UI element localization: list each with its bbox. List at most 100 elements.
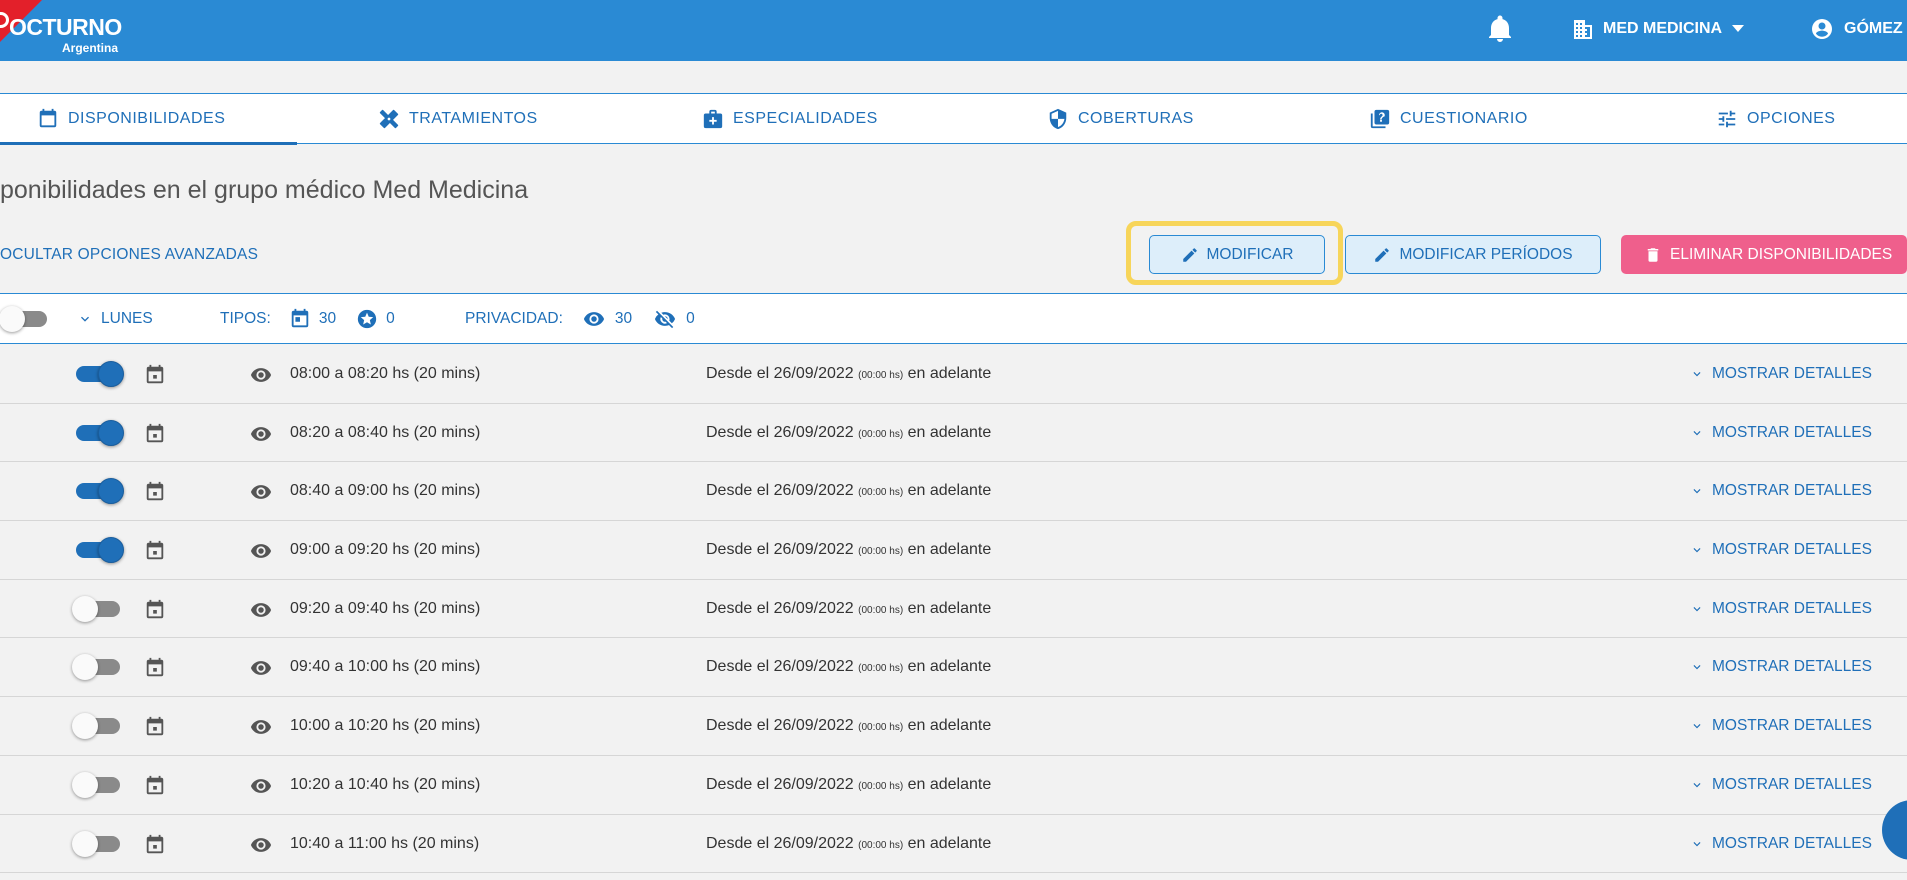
chevron-down-icon	[1693, 606, 1701, 612]
modify-periods-button[interactable]: MODIFICAR PERÍODOS	[1345, 235, 1601, 274]
availability-row: 10:20 a 10:40 hs (20 mins) Desde el 26/0…	[0, 756, 1907, 815]
question-book-icon	[1370, 109, 1390, 129]
valid-since-date: Desde el 26/09/2022	[706, 423, 854, 441]
valid-since-suffix: en adelante	[907, 365, 992, 382]
toggle-knob	[98, 361, 124, 387]
availability-toggle[interactable]	[76, 478, 124, 505]
show-details-button[interactable]: MOSTRAR DETALLES	[1690, 835, 1872, 853]
user-name: GÓMEZ	[1844, 20, 1903, 37]
page-title: ponibilidades en el grupo médico Med Med…	[0, 176, 529, 204]
calendar-icon	[39, 108, 57, 128]
toggle-knob	[72, 771, 98, 798]
brand-name[interactable]: OCTURNO	[9, 14, 122, 41]
availability-list: 08:00 a 08:20 hs (20 mins) Desde el 26/0…	[0, 345, 1907, 874]
caret-down-icon	[1732, 25, 1745, 32]
tab-label: COBERTURAS	[1078, 110, 1194, 127]
tune-icon	[1718, 110, 1736, 128]
valid-since-hour: (00:00 hs)	[858, 428, 904, 440]
availability-row: 08:20 a 08:40 hs (20 mins) Desde el 26/0…	[0, 404, 1907, 463]
availability-toggle[interactable]	[72, 713, 120, 740]
tab-disponibilidades[interactable]: DISPONIBILIDADES	[0, 94, 298, 145]
valid-since-date: Desde el 26/09/2022	[706, 717, 854, 735]
availability-row: 08:40 a 09:00 hs (20 mins) Desde el 26/0…	[0, 462, 1907, 522]
day-filter-row: LUNES TIPOS: 30 0 PRIVACIDAD: 30 0	[0, 293, 1907, 344]
day-expander[interactable]: LUNES	[77, 294, 153, 344]
availability-toggle[interactable]	[72, 771, 120, 798]
user-menu[interactable]: GÓMEZ	[1810, 16, 1903, 42]
availability-toggle[interactable]	[72, 595, 120, 622]
tab-especialidades[interactable]: ESPECIALIDADES	[702, 94, 878, 144]
chevron-down-icon	[1693, 372, 1701, 377]
chevron-down-icon	[1693, 430, 1701, 436]
valid-since-hour: (00:00 hs)	[858, 839, 904, 851]
time-range: 09:00 a 09:20 hs (20 mins)	[290, 541, 481, 559]
calendar-icon	[291, 308, 309, 328]
tab-label: DISPONIBILIDADES	[68, 110, 226, 127]
delete-availabilities-button[interactable]: ELIMINAR DISPONIBILIDADES	[1621, 235, 1907, 274]
time-range: 09:20 a 09:40 hs (20 mins)	[290, 599, 481, 617]
valid-since-suffix: en adelante	[907, 775, 992, 793]
availability-row: 09:20 a 09:40 hs (20 mins) Desde el 26/0…	[0, 580, 1907, 639]
time-range: 08:40 a 09:00 hs (20 mins)	[290, 482, 481, 500]
app-header: OCTURNO Argentina MED MEDICINA GÓMEZ	[0, 0, 1907, 61]
notifications-bell-icon[interactable]	[1488, 15, 1512, 43]
eye-icon	[250, 837, 272, 852]
availability-toggle[interactable]	[72, 830, 120, 857]
modify-button[interactable]: MODIFICAR	[1149, 235, 1325, 274]
valid-since-date: Desde el 26/09/2022	[706, 365, 854, 382]
medical-bag-icon	[703, 109, 723, 129]
valid-since-suffix: en adelante	[907, 834, 992, 852]
day-toggle[interactable]	[0, 306, 47, 332]
show-details-button[interactable]: MOSTRAR DETALLES	[1690, 365, 1872, 383]
time-range: 08:00 a 08:20 hs (20 mins)	[290, 365, 481, 382]
valid-since: Desde el 26/09/2022 (00:00 hs) en adelan…	[706, 482, 991, 500]
time-range: 10:20 a 10:40 hs (20 mins)	[290, 775, 481, 793]
show-details-button[interactable]: MOSTRAR DETALLES	[1690, 424, 1872, 442]
toggle-knob	[98, 537, 124, 564]
eye-icon	[250, 544, 272, 558]
valid-since-hour: (00:00 hs)	[858, 487, 904, 499]
availability-toggle[interactable]	[76, 537, 124, 564]
show-details-button[interactable]: MOSTRAR DETALLES	[1690, 482, 1872, 500]
valid-since-suffix: en adelante	[907, 482, 992, 500]
availability-toggle[interactable]	[76, 361, 124, 387]
valid-since: Desde el 26/09/2022 (00:00 hs) en adelan…	[706, 600, 991, 618]
account-circle-icon	[1812, 19, 1832, 39]
organization-selector[interactable]: MED MEDICINA	[1573, 16, 1745, 42]
calendar-icon	[146, 540, 164, 560]
calendar-icon	[146, 658, 164, 677]
star-circle-icon	[357, 309, 377, 329]
chevron-down-icon	[81, 316, 89, 322]
tab-opciones[interactable]: OPCIONES	[1716, 94, 1835, 144]
toggle-knob	[72, 595, 98, 622]
availability-toggle[interactable]	[76, 419, 124, 446]
show-details-label: MOSTRAR DETALLES	[1712, 717, 1872, 735]
toggle-knob	[72, 713, 98, 740]
tab-label: ESPECIALIDADES	[733, 110, 878, 127]
availability-toggle[interactable]	[72, 654, 120, 681]
show-details-button[interactable]: MOSTRAR DETALLES	[1690, 717, 1872, 735]
valid-since-suffix: en adelante	[907, 423, 992, 441]
tab-tratamientos[interactable]: TRATAMIENTOS	[378, 94, 538, 144]
bandage-icon	[379, 109, 399, 129]
valid-since-date: Desde el 26/09/2022	[706, 482, 854, 500]
eye-icon	[583, 312, 604, 326]
show-details-button[interactable]: MOSTRAR DETALLES	[1690, 658, 1872, 676]
valid-since-date: Desde el 26/09/2022	[706, 775, 854, 793]
eye-icon	[250, 778, 272, 793]
time-range: 08:20 a 08:40 hs (20 mins)	[290, 423, 481, 441]
toggle-knob	[98, 478, 124, 505]
show-details-button[interactable]: MOSTRAR DETALLES	[1690, 600, 1872, 618]
show-details-button[interactable]: MOSTRAR DETALLES	[1690, 776, 1872, 794]
calendar-icon	[146, 364, 164, 384]
tab-cuestionario[interactable]: CUESTIONARIO	[1369, 94, 1528, 144]
valid-since: Desde el 26/09/2022 (00:00 hs) en adelan…	[706, 835, 991, 853]
toggle-knob	[72, 654, 98, 681]
show-details-button[interactable]: MOSTRAR DETALLES	[1690, 541, 1872, 559]
valid-since: Desde el 26/09/2022 (00:00 hs) en adelan…	[706, 658, 991, 676]
tab-coberturas[interactable]: COBERTURAS	[1047, 94, 1194, 144]
toggle-advanced-options-link[interactable]: OCULTAR OPCIONES AVANZADAS	[0, 246, 258, 264]
availability-row: 10:40 a 11:00 hs (20 mins) Desde el 26/0…	[0, 815, 1907, 874]
availability-row: 10:00 a 10:20 hs (20 mins) Desde el 26/0…	[0, 697, 1907, 756]
calendar-icon	[146, 834, 164, 853]
